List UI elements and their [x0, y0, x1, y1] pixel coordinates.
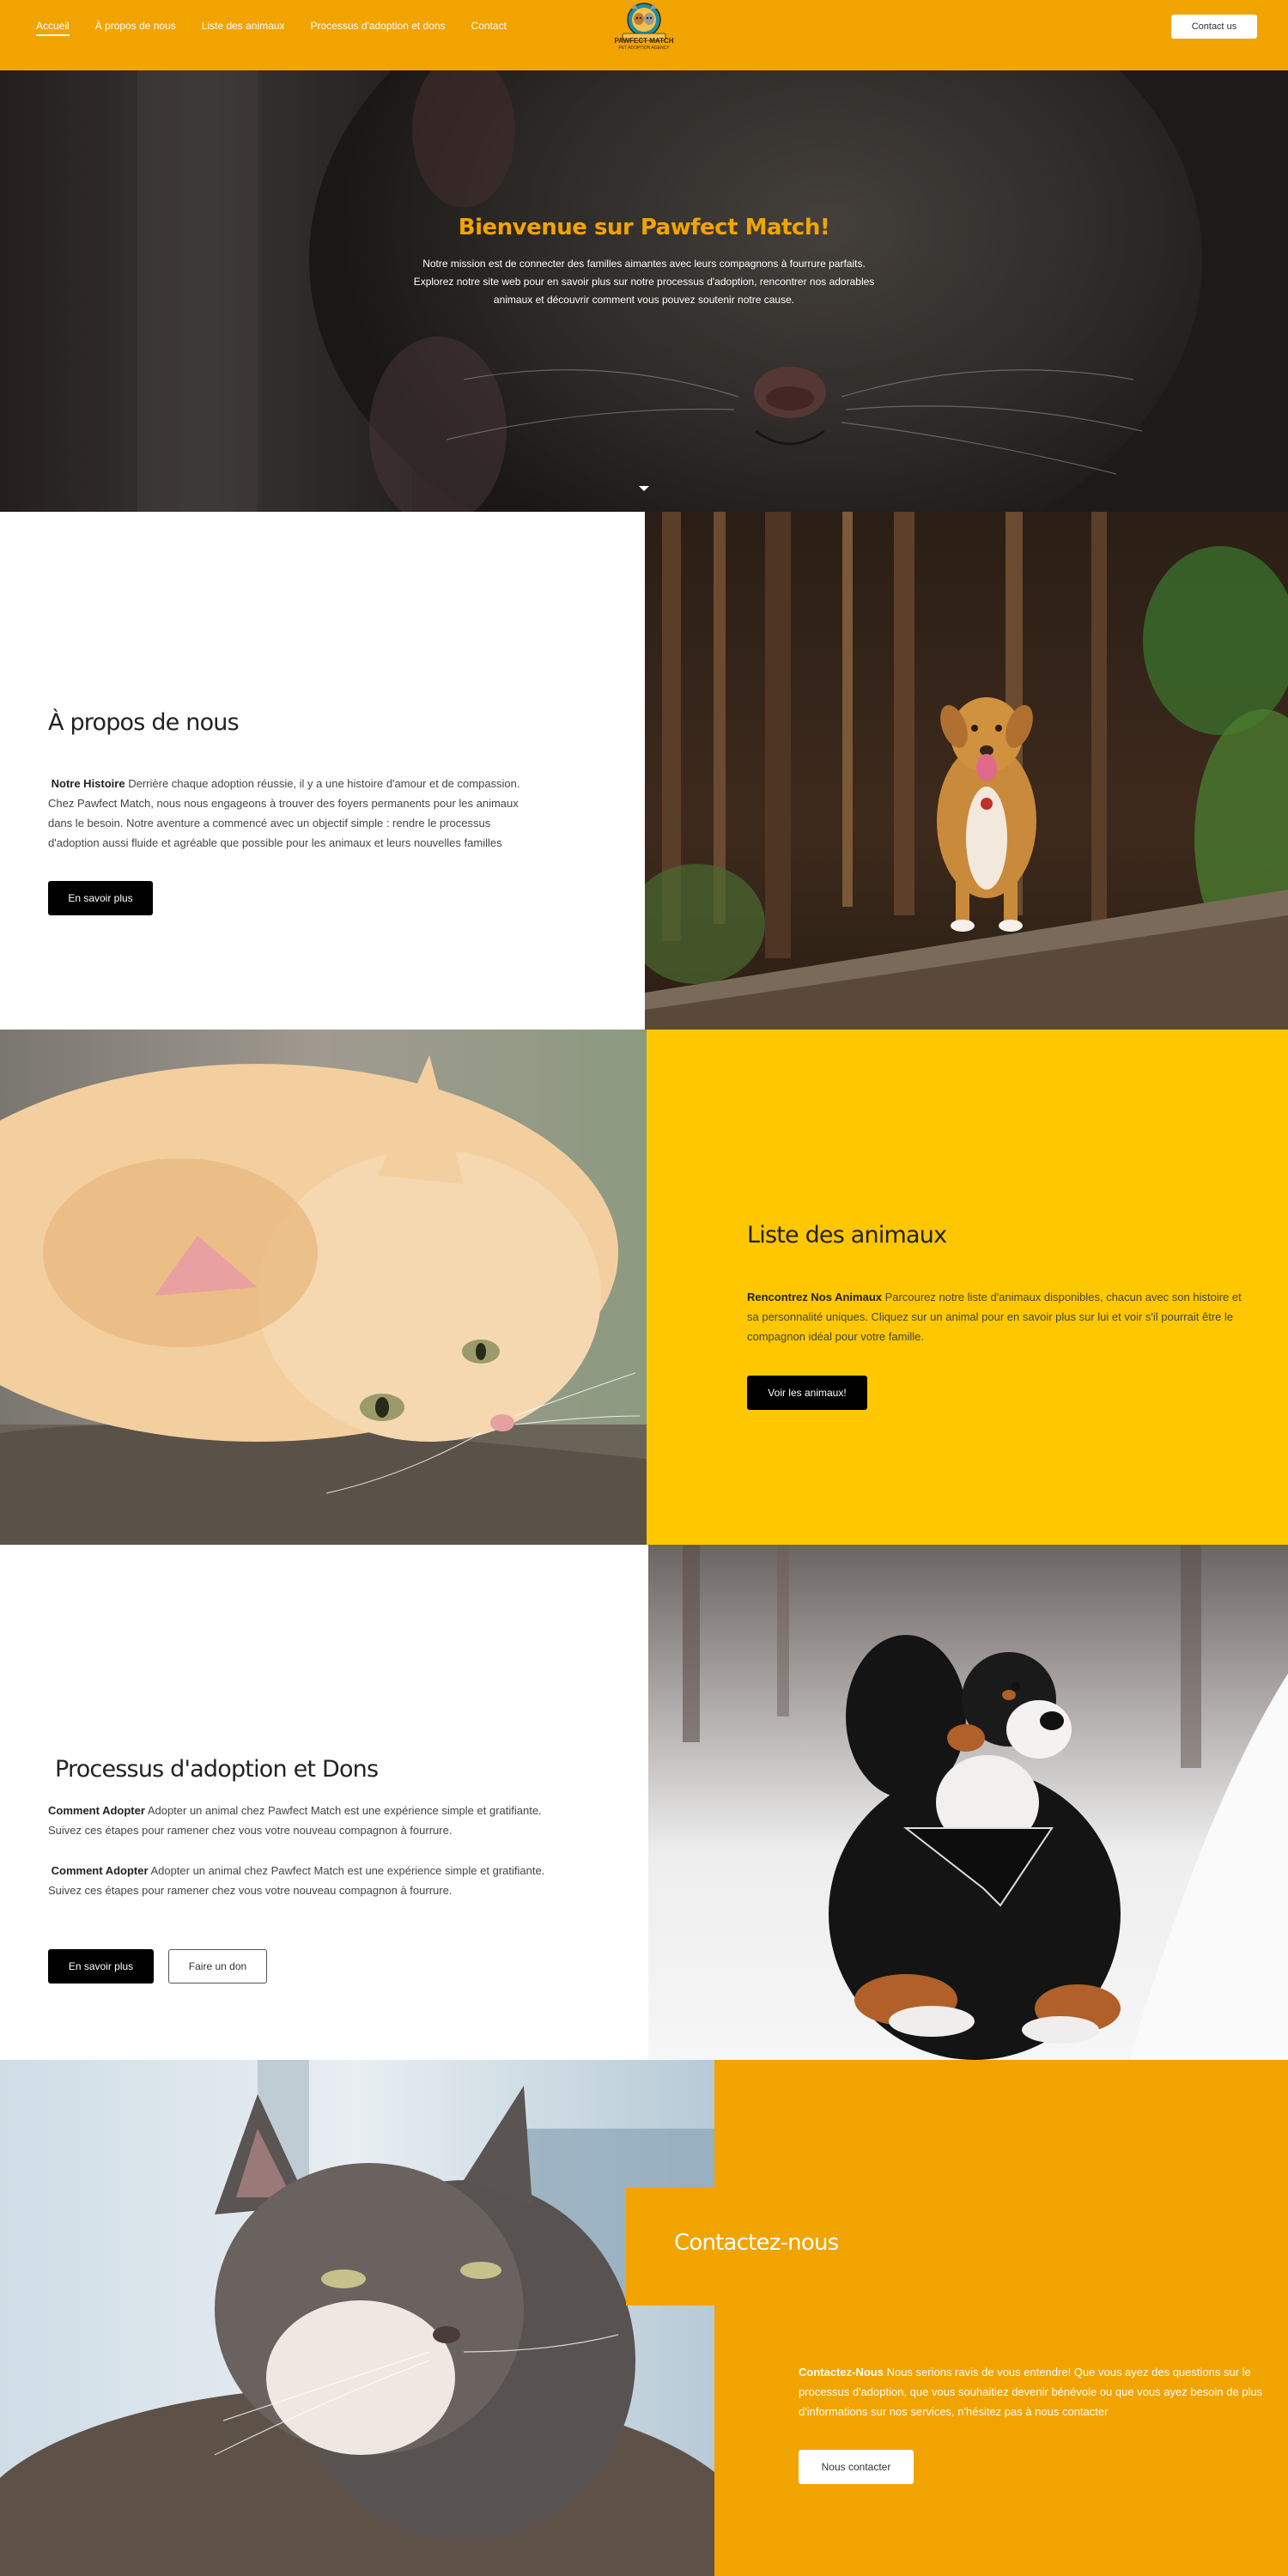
process-step-1: Comment Adopter Adopter un animal chez P…	[48, 1801, 546, 1840]
grey-cat-photo	[0, 2060, 714, 2576]
logo-wordmark: PAWFECT MATCH	[614, 37, 674, 45]
nav-link-accueil[interactable]: Accueil	[36, 20, 70, 36]
process-title: Processus d'adoption et Dons	[55, 1756, 379, 1783]
process-lead-1: Comment Adopter	[48, 1804, 145, 1817]
process-lead-2: Comment Adopter	[51, 1864, 149, 1877]
animals-text: Rencontrez Nos Animaux Parcourez notre l…	[747, 1287, 1254, 1346]
donate-button[interactable]: Faire un don	[168, 1949, 267, 1984]
about-lead: Notre Histoire	[51, 777, 125, 790]
process-step-2: Comment Adopter Adopter un animal chez P…	[48, 1861, 546, 1900]
hero-description: Notre mission est de connecter des famil…	[413, 258, 875, 306]
dog-in-forest-photo	[645, 512, 1288, 1030]
orange-cat-photo	[0, 1030, 647, 1545]
hero-section: Bienvenue sur Pawfect Match! Notre missi…	[0, 70, 1288, 512]
contact-text: Contactez-Nous Nous serions ravis de vou…	[799, 2362, 1267, 2421]
contact-cat-photo-panel	[0, 2060, 714, 2576]
view-animals-button[interactable]: Voir les animaux!	[747, 1376, 867, 1410]
about-dog-photo-panel	[645, 512, 1288, 1030]
hero-title: Bienvenue sur Pawfect Match!	[458, 215, 830, 240]
contact-lead: Contactez-Nous	[799, 2366, 884, 2379]
main-nav: Accueil À propos de nous Liste des anima…	[36, 20, 507, 36]
animals-section: Liste des animaux Rencontrez Nos Animaux…	[647, 1030, 1288, 1545]
about-section: À propos de nous Notre Histoire Derrière…	[0, 512, 645, 1030]
contact-section: Contactez-Nous Nous serions ravis de vou…	[714, 2060, 1288, 2576]
contact-us-cta-button[interactable]: Nous contacter	[799, 2450, 914, 2484]
site-header: Accueil À propos de nous Liste des anima…	[0, 0, 1288, 70]
nav-link-animals[interactable]: Liste des animaux	[202, 20, 285, 36]
about-learn-more-button[interactable]: En savoir plus	[48, 881, 153, 915]
process-dog-photo-panel	[648, 1545, 1288, 2060]
nav-link-contact[interactable]: Contact	[471, 20, 507, 36]
contact-title-card: Contactez-nous	[626, 2188, 839, 2306]
contact-us-button[interactable]: Contact us	[1171, 15, 1257, 39]
animals-title: Liste des animaux	[747, 1222, 947, 1249]
animals-cat-photo-panel	[0, 1030, 647, 1545]
about-text: Notre Histoire Derrière chaque adoption …	[48, 774, 536, 853]
scroll-down-arrow-icon[interactable]	[639, 486, 649, 491]
bernese-dog-snow-photo	[648, 1545, 1288, 2060]
contact-title: Contactez-nous	[674, 2230, 839, 2256]
nav-link-about[interactable]: À propos de nous	[95, 20, 176, 36]
animals-lead: Rencontrez Nos Animaux	[747, 1291, 882, 1303]
nav-link-adoption[interactable]: Processus d'adoption et dons	[311, 20, 446, 36]
process-learn-more-button[interactable]: En savoir plus	[48, 1949, 154, 1984]
adoption-process-section: Processus d'adoption et Dons Comment Ado…	[0, 1545, 648, 2060]
about-title: À propos de nous	[48, 709, 240, 736]
logo-tagline: PET ADOPTION AGENCY	[618, 46, 670, 51]
